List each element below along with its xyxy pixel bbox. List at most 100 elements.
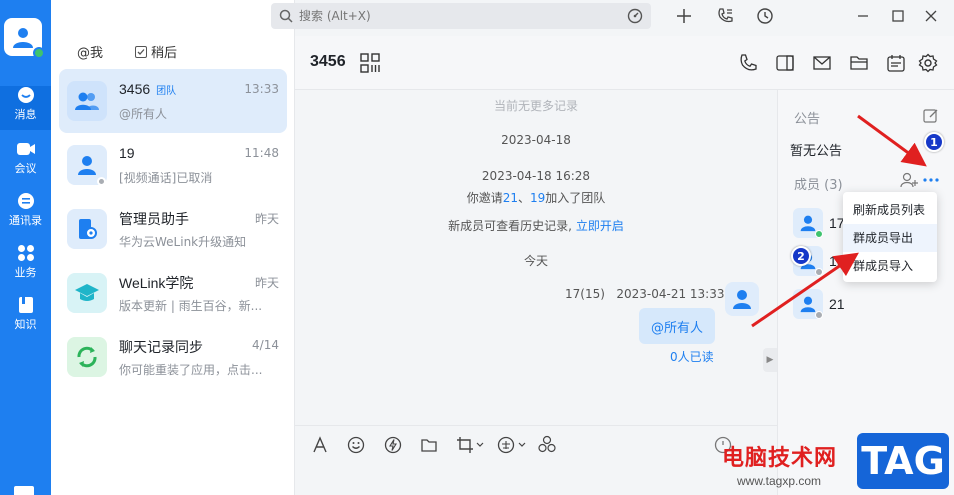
conversation-item[interactable]: 聊天记录同步 4/14 你可能重装了应用，点击... — [59, 325, 287, 389]
mail-icon[interactable] — [810, 51, 834, 75]
checkbox-icon — [135, 45, 148, 58]
conversation-item[interactable]: WeLink学院 昨天 版本更新 | 雨生百谷，新... — [59, 261, 287, 325]
menu-item-import-members[interactable]: 群成员导入 — [843, 252, 937, 280]
flash-icon[interactable] — [382, 434, 404, 456]
conversation-name: 3456 团队 — [119, 81, 177, 97]
user-icon — [800, 296, 816, 313]
book-icon — [16, 296, 36, 314]
filter-later-label: 稍后 — [151, 46, 178, 61]
calendar-icon[interactable] — [14, 486, 34, 495]
academy-avatar — [67, 273, 107, 313]
collapse-panel-toggle[interactable]: ▶ — [763, 348, 777, 372]
nav-item-knowledge[interactable]: 知识 — [0, 296, 51, 340]
conversation-list-panel: @我 稍后 3456 团队 13:33 @所有人 19 11:48 [视频通话]已… — [51, 0, 295, 495]
user-icon — [78, 156, 96, 175]
conversation-time: 昨天 — [254, 276, 279, 290]
group-features-icon[interactable] — [536, 434, 558, 456]
conversation-time: 13:33 — [244, 82, 279, 96]
conversation-name: 管理员助手 — [119, 211, 189, 227]
invite-notice: 你邀请21、19加入了团队 — [466, 191, 606, 205]
conversation-item[interactable]: 3456 团队 13:33 @所有人 — [59, 69, 287, 133]
add-member-icon[interactable] — [900, 172, 918, 188]
member-link[interactable]: 21 — [503, 191, 518, 205]
conversation-item[interactable]: 管理员助手 昨天 华为云WeLink升级通知 — [59, 197, 287, 261]
nav-item-meetings[interactable]: 会议 — [0, 140, 51, 184]
sync-avatar — [67, 337, 107, 377]
minimize-icon[interactable] — [852, 5, 874, 27]
group-icon — [75, 92, 99, 110]
message-meta: 17(15) 2023-04-21 13:33 — [565, 287, 725, 301]
menu-item-export-members[interactable]: 群成员导出 — [843, 224, 937, 252]
admin-icon — [79, 219, 97, 239]
nav-item-label: 知识 — [14, 318, 37, 331]
nav-item-business[interactable]: 业务 — [0, 244, 51, 288]
filter-mention[interactable]: @我 — [77, 42, 103, 61]
member-status-dot — [815, 311, 823, 319]
date-divider: 2023-04-18 — [501, 133, 571, 147]
screenshot-icon[interactable] — [455, 434, 485, 456]
online-status-dot — [33, 47, 45, 59]
contacts-icon — [16, 192, 36, 210]
nav-item-messages[interactable]: 消息 — [0, 86, 51, 130]
file-icon[interactable] — [418, 434, 440, 456]
conversation-time: 4/14 — [252, 338, 279, 352]
menu-item-refresh-members[interactable]: 刷新成员列表 — [843, 196, 937, 224]
conversation-preview: [视频通话]已取消 — [119, 171, 213, 185]
group-avatar — [67, 81, 107, 121]
more-options-icon[interactable] — [923, 177, 939, 183]
conversation-item[interactable]: 19 11:48 [视频通话]已取消 — [59, 133, 287, 197]
maximize-icon[interactable] — [887, 5, 909, 27]
message-sender: 17(15) — [565, 287, 605, 301]
qr-code-icon[interactable] — [358, 51, 382, 75]
conversation-preview: @所有人 — [119, 107, 168, 121]
watermark-site-name: 电脑技术网 — [722, 446, 838, 471]
sync-icon — [77, 346, 97, 368]
user-avatar[interactable] — [4, 18, 45, 59]
edit-icon[interactable] — [923, 108, 939, 124]
search-bar[interactable] — [271, 3, 651, 29]
font-format-icon[interactable] — [309, 434, 331, 456]
step-badge-1: 1 — [924, 132, 944, 152]
message-time: 2023-04-21 13:33 — [616, 287, 725, 301]
video-call-icon[interactable] — [773, 51, 797, 75]
conversation-preview: 你可能重装了应用，点击... — [119, 363, 263, 377]
nav-item-label: 通讯录 — [9, 214, 42, 227]
history-icon[interactable] — [754, 5, 776, 27]
search-icon — [279, 9, 293, 23]
filter-later[interactable]: 稍后 — [135, 42, 177, 61]
search-input[interactable] — [299, 9, 599, 23]
emoji-icon[interactable] — [345, 434, 367, 456]
enable-history-link[interactable]: 立即开启 — [576, 219, 624, 233]
nav-item-contacts[interactable]: 通讯录 — [0, 192, 51, 236]
close-icon[interactable] — [920, 5, 942, 27]
member-link[interactable]: 19 — [530, 191, 545, 205]
conversation-name: WeLink学院 — [119, 275, 194, 291]
notice-label: 公告 — [794, 112, 821, 127]
notice-text: 暂无公告 — [790, 144, 843, 159]
graduation-cap-icon — [75, 284, 99, 301]
watermark-url: www.tagxp.com — [737, 474, 822, 488]
conversation-time: 昨天 — [254, 212, 279, 226]
user-icon — [800, 215, 816, 232]
team-tag: 团队 — [156, 86, 177, 97]
sender-avatar[interactable] — [725, 282, 759, 316]
calendar-task-icon[interactable] — [884, 51, 908, 75]
phone-icon[interactable] — [736, 51, 760, 75]
event-time: 2023-04-18 16:28 — [481, 169, 591, 183]
conversation-name: 聊天记录同步 — [119, 339, 203, 355]
history-notice: 新成员可查看历史记录, 立即开启 — [448, 219, 624, 233]
speech-to-text-icon[interactable] — [497, 434, 527, 456]
message-bubble[interactable]: @所有人 — [639, 308, 715, 344]
nav-item-label: 消息 — [14, 108, 37, 121]
settings-gear-icon[interactable] — [916, 51, 940, 75]
member-item[interactable]: 21 — [793, 289, 943, 325]
read-status[interactable]: 0人已读 — [670, 348, 714, 365]
member-name: 21 — [829, 296, 845, 312]
call-log-icon[interactable] — [714, 5, 736, 27]
message-input-area[interactable] — [295, 425, 777, 495]
list-filters: @我 稍后 — [77, 42, 177, 61]
add-icon[interactable] — [673, 5, 695, 27]
folder-icon[interactable] — [847, 51, 871, 75]
members-label: 成员 (3) — [794, 178, 843, 193]
speed-dial-icon[interactable] — [627, 8, 643, 24]
